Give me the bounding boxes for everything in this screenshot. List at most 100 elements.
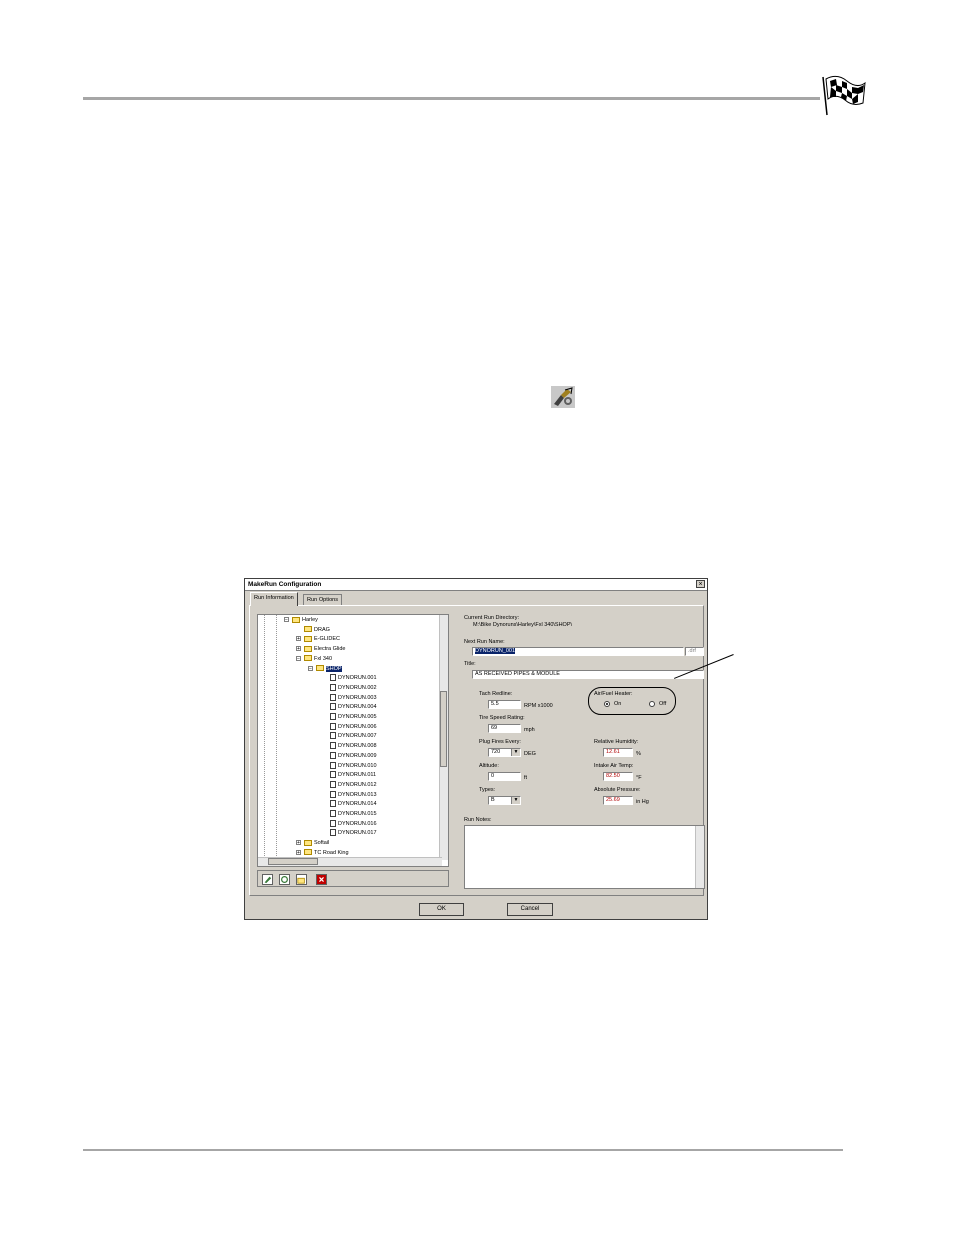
- tree-item-label: DYNORUN.009: [338, 752, 377, 759]
- expand-icon[interactable]: +: [296, 646, 301, 652]
- delete-icon[interactable]: [316, 874, 327, 885]
- tree-item-label: DRAG: [314, 626, 330, 633]
- file-icon: [330, 800, 336, 808]
- run-notes-textarea[interactable]: [464, 825, 705, 889]
- tree-file-item[interactable]: DYNORUN.015: [330, 810, 377, 818]
- chevron-down-icon[interactable]: ▼: [511, 749, 520, 756]
- makerun-dialog: MakeRun Configuration × Run Information …: [244, 578, 708, 920]
- tree-item-label: DYNORUN.006: [338, 723, 377, 730]
- altitude-label: Altitude:: [479, 763, 499, 769]
- intake-temp-input[interactable]: 82.50: [603, 772, 633, 781]
- file-icon: [330, 819, 336, 827]
- tree-folder-item[interactable]: − Harley: [284, 616, 318, 624]
- tree-item-label: Softail: [314, 840, 330, 847]
- folder-icon: [304, 645, 312, 652]
- types-select[interactable]: B ▼: [488, 796, 521, 805]
- run-directory-tree[interactable]: − Harley DRAG + E-GLIDEC + Electra Glide − Fxl 3…: [257, 614, 449, 867]
- altitude-input[interactable]: 0: [488, 772, 521, 781]
- new-folder-icon[interactable]: [296, 874, 307, 885]
- tree-horizontal-scrollbar[interactable]: [258, 857, 442, 866]
- tree-folder-item[interactable]: + Electra Glide: [296, 645, 346, 653]
- expand-icon[interactable]: +: [296, 840, 301, 846]
- tree-file-item[interactable]: DYNORUN.010: [330, 761, 377, 770]
- tab-run-information[interactable]: Run Information: [250, 592, 298, 606]
- collapse-icon[interactable]: −: [296, 655, 301, 661]
- tree-file-item[interactable]: DYNORUN.014: [330, 800, 377, 808]
- tach-redline-input[interactable]: 5.5: [488, 700, 521, 709]
- current-dir-value: M:\Bike Dynoruns\Harley\Fxl 340\SHOP\: [473, 622, 573, 628]
- tree-file-item[interactable]: DYNORUN.007: [330, 732, 377, 740]
- pressure-input[interactable]: 25.69: [603, 796, 633, 805]
- tree-item-label: Electra Glide: [314, 646, 346, 653]
- next-run-name-input[interactable]: DYNORUN_001: [472, 647, 684, 656]
- tree-file-item[interactable]: DYNORUN.017: [330, 829, 377, 837]
- tree-item-label: DYNORUN.002: [338, 684, 377, 691]
- next-run-name-label: Next Run Name:: [464, 639, 505, 645]
- tree-folder-item[interactable]: + TC Road King: [296, 849, 349, 857]
- edit-icon[interactable]: [262, 874, 273, 885]
- folder-icon: [304, 655, 312, 662]
- page-header-rule: [83, 97, 820, 100]
- tree-item-label: DYNORUN.013: [338, 791, 377, 798]
- title-input[interactable]: AS RECEIVED PIPES & MODULE: [472, 670, 704, 679]
- tree-file-item[interactable]: DYNORUN.005: [330, 713, 377, 721]
- heater-off-radio[interactable]: [649, 701, 655, 707]
- title-bar: MakeRun Configuration ×: [245, 579, 707, 591]
- tree-item-label: DYNORUN.004: [338, 704, 377, 711]
- tree-folder-item[interactable]: + E-GLIDEC: [296, 635, 340, 643]
- tree-folder-item[interactable]: − Fxl 340: [296, 655, 332, 663]
- file-icon: [330, 751, 336, 759]
- tree-file-item[interactable]: DYNORUN.006: [330, 722, 377, 731]
- tab-run-options[interactable]: Run Options: [303, 594, 343, 605]
- file-icon: [330, 732, 336, 740]
- tree-folder-item[interactable]: DRAG: [296, 626, 330, 634]
- collapse-icon[interactable]: −: [308, 665, 313, 671]
- tree-folder-item[interactable]: − SHOP: [308, 665, 342, 673]
- tree-guide-line: [276, 615, 277, 860]
- tree-item-label: DYNORUN.015: [338, 811, 377, 817]
- notes-scrollbar[interactable]: [695, 826, 704, 888]
- types-label: Types:: [479, 787, 496, 793]
- plug-fires-select[interactable]: 720 ▼: [488, 748, 521, 757]
- file-icon: [330, 674, 336, 682]
- window-title: MakeRun Configuration: [248, 581, 322, 588]
- tree-file-item[interactable]: DYNORUN.011: [330, 771, 376, 779]
- tree-item-label: DYNORUN.017: [338, 830, 377, 837]
- collapse-icon[interactable]: −: [284, 617, 289, 623]
- tire-speed-input[interactable]: 69: [488, 724, 521, 733]
- humidity-input[interactable]: 12.61: [603, 748, 633, 757]
- scrollbar-thumb[interactable]: [440, 691, 447, 767]
- tree-folder-item[interactable]: + Softail: [296, 839, 329, 847]
- tire-speed-unit: mph: [524, 727, 535, 733]
- tree-file-item[interactable]: DYNORUN.008: [330, 742, 377, 750]
- tree-file-item[interactable]: DYNORUN.004: [330, 703, 377, 711]
- tree-item-label: TC Road King: [314, 849, 349, 856]
- tree-item-label: DYNORUN.016: [338, 820, 377, 827]
- humidity-unit: %: [636, 751, 641, 757]
- ok-button[interactable]: OK: [419, 903, 464, 916]
- folder-icon: [292, 616, 300, 623]
- refresh-icon[interactable]: [279, 874, 290, 885]
- tree-item-label: E-GLIDEC: [314, 636, 340, 643]
- tach-redline-label: Tach Redline:: [479, 691, 513, 697]
- file-icon: [330, 829, 336, 837]
- tree-file-item[interactable]: DYNORUN.016: [330, 819, 377, 828]
- tree-vertical-scrollbar[interactable]: [439, 615, 448, 860]
- expand-icon[interactable]: +: [296, 636, 301, 642]
- heater-on-radio[interactable]: [604, 701, 610, 707]
- tree-file-item[interactable]: DYNORUN.001: [330, 674, 377, 682]
- chevron-down-icon[interactable]: ▼: [511, 797, 520, 804]
- heater-on-label: On: [614, 701, 622, 707]
- scrollbar-thumb[interactable]: [268, 858, 318, 865]
- cancel-button[interactable]: Cancel: [507, 903, 553, 916]
- expand-icon[interactable]: +: [296, 849, 301, 855]
- close-button[interactable]: ×: [696, 580, 705, 588]
- tree-file-item[interactable]: DYNORUN.013: [330, 790, 377, 799]
- makerun-toolbar-icon: [551, 386, 575, 408]
- file-icon: [330, 683, 336, 691]
- tree-file-item[interactable]: DYNORUN.003: [330, 693, 377, 702]
- tree-file-item[interactable]: DYNORUN.012: [330, 780, 377, 789]
- tree-file-item[interactable]: DYNORUN.009: [330, 751, 377, 760]
- plug-fires-unit: DEG: [524, 751, 536, 757]
- tree-file-item[interactable]: DYNORUN.002: [330, 683, 377, 692]
